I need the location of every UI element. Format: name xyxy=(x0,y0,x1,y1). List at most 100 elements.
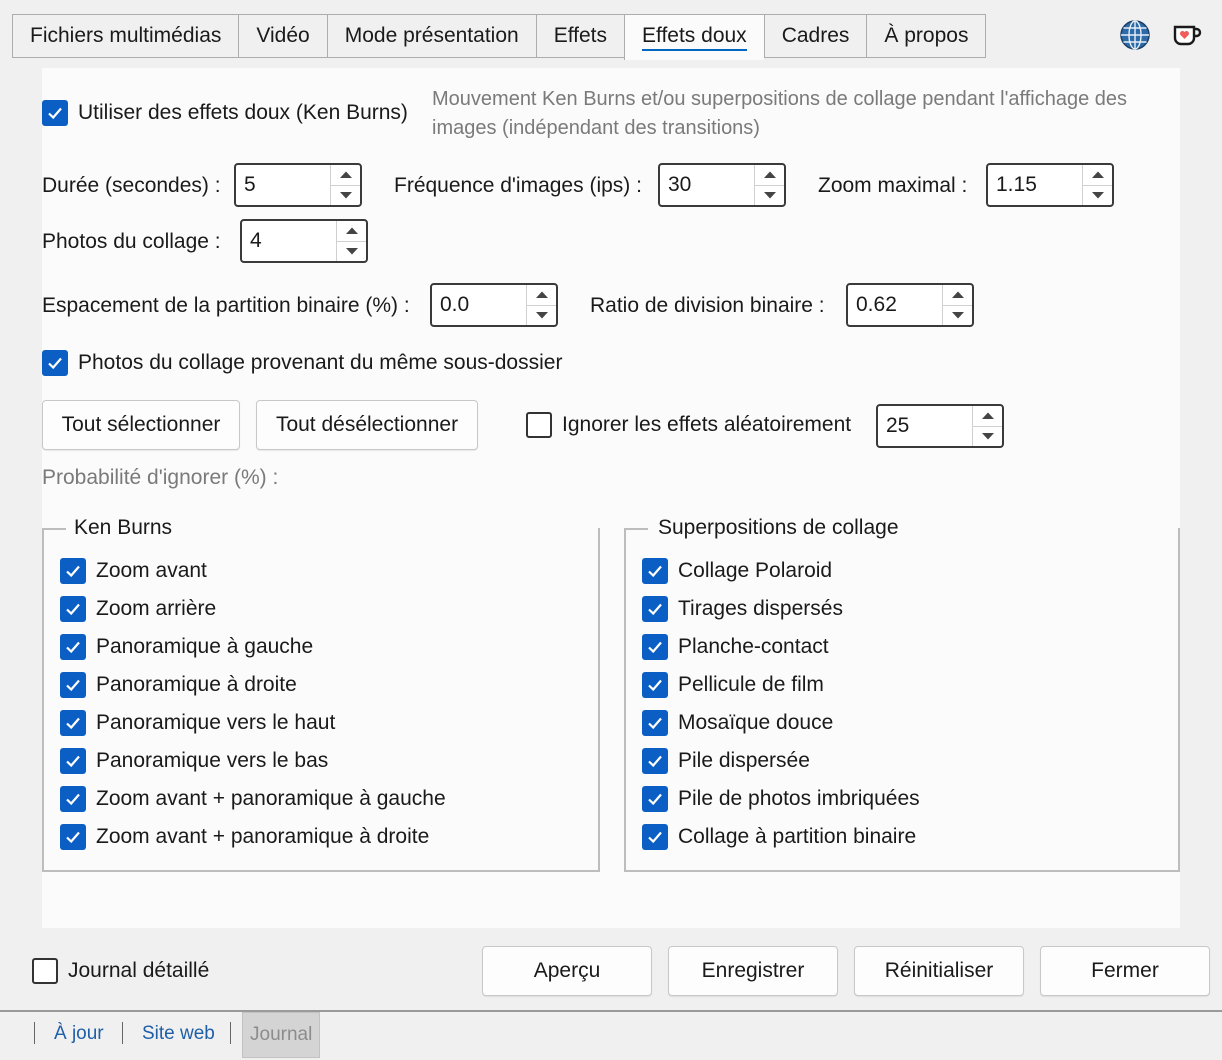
checkmark-icon xyxy=(66,717,80,730)
list-item[interactable]: Pile de photos imbriquées xyxy=(642,784,920,814)
list-item[interactable]: Mosaïque douce xyxy=(642,708,833,738)
close-button[interactable]: Fermer xyxy=(1040,946,1210,996)
tab-label: À propos xyxy=(884,24,969,47)
verbose-log-label: Journal détaillé xyxy=(68,959,210,982)
bsp-ratio-spinbox[interactable] xyxy=(846,283,974,327)
spin-up-icon[interactable] xyxy=(331,165,360,186)
list-item[interactable]: Zoom avant + panoramique à gauche xyxy=(60,784,446,814)
spin-down-icon[interactable] xyxy=(943,306,972,326)
list-item[interactable]: Tirages dispersés xyxy=(642,594,843,624)
deselect-all-button[interactable]: Tout désélectionner xyxy=(256,400,478,450)
list-item[interactable]: Zoom avant xyxy=(60,556,207,586)
preview-button[interactable]: Aperçu xyxy=(482,946,652,996)
spin-down-icon[interactable] xyxy=(973,427,1002,447)
tab-slideshow-mode[interactable]: Mode présentation xyxy=(326,14,536,58)
checkbox[interactable] xyxy=(60,824,86,850)
reset-button[interactable]: Réinitialiser xyxy=(854,946,1024,996)
tab-soft-effects[interactable]: Effets doux xyxy=(624,14,764,60)
spin-down-icon[interactable] xyxy=(755,186,784,206)
save-button[interactable]: Enregistrer xyxy=(668,946,838,996)
tab-video[interactable]: Vidéo xyxy=(238,14,327,58)
spin-down-icon[interactable] xyxy=(527,306,556,326)
spin-up-icon[interactable] xyxy=(337,221,366,242)
list-item[interactable]: Planche-contact xyxy=(642,632,829,662)
list-item[interactable]: Panoramique vers le bas xyxy=(60,746,328,776)
checkbox[interactable] xyxy=(60,786,86,812)
bsp-spacing-spinbox[interactable] xyxy=(430,283,558,327)
status-bar-divider xyxy=(0,1010,1222,1012)
checkmark-icon xyxy=(66,565,80,578)
checkbox[interactable] xyxy=(60,634,86,660)
checkmark-icon xyxy=(648,565,662,578)
ken-burns-group: Ken Burns Zoom avant Zoom arrière Panora… xyxy=(42,516,600,872)
checkbox[interactable] xyxy=(60,596,86,622)
checkmark-icon xyxy=(48,357,62,370)
tab-effects[interactable]: Effets xyxy=(535,14,624,58)
checkmark-icon xyxy=(66,755,80,768)
checkbox[interactable] xyxy=(60,748,86,774)
checkbox[interactable] xyxy=(60,558,86,584)
checkmark-icon xyxy=(648,641,662,654)
spin-down-icon[interactable] xyxy=(1083,186,1112,206)
list-item[interactable]: Collage Polaroid xyxy=(642,556,832,586)
skip-probability-spinbox[interactable] xyxy=(876,404,1004,448)
list-item[interactable]: Panoramique vers le haut xyxy=(60,708,335,738)
spin-up-icon[interactable] xyxy=(527,285,556,306)
skip-probability-input[interactable] xyxy=(878,406,972,446)
collage-photos-spinbox[interactable] xyxy=(240,219,368,263)
list-item[interactable]: Zoom avant + panoramique à droite xyxy=(60,822,429,852)
spin-down-icon[interactable] xyxy=(337,242,366,262)
checkbox[interactable] xyxy=(642,596,668,622)
duration-input[interactable] xyxy=(236,165,330,205)
spin-up-icon[interactable] xyxy=(943,285,972,306)
tab-label: Mode présentation xyxy=(344,24,519,47)
bsp-ratio-input[interactable] xyxy=(848,285,942,325)
list-item[interactable]: Panoramique à gauche xyxy=(60,632,313,662)
list-item[interactable]: Panoramique à droite xyxy=(60,670,297,700)
list-item[interactable]: Zoom arrière xyxy=(60,594,216,624)
list-item[interactable]: Collage à partition binaire xyxy=(642,822,916,852)
checkbox[interactable] xyxy=(60,672,86,698)
collage-photos-input[interactable] xyxy=(242,221,336,261)
spin-down-icon[interactable] xyxy=(331,186,360,206)
spin-up-icon[interactable] xyxy=(1083,165,1112,186)
spin-up-icon[interactable] xyxy=(755,165,784,186)
use-soft-effects-label: Utiliser des effets doux (Ken Burns) xyxy=(78,101,408,124)
checkmark-icon xyxy=(648,679,662,692)
checkbox[interactable] xyxy=(642,672,668,698)
tab-media-files[interactable]: Fichiers multimédias xyxy=(12,14,239,58)
max-zoom-input[interactable] xyxy=(988,165,1082,205)
tab-about[interactable]: À propos xyxy=(866,14,987,58)
item-label: Collage Polaroid xyxy=(678,559,833,582)
globe-icon[interactable] xyxy=(1118,18,1152,52)
checkbox[interactable] xyxy=(642,710,668,736)
checkbox[interactable] xyxy=(642,558,668,584)
checkbox[interactable] xyxy=(642,786,668,812)
bsp-spacing-input[interactable] xyxy=(432,285,526,325)
same-subfolder-checkbox[interactable] xyxy=(42,350,68,376)
tab-frames[interactable]: Cadres xyxy=(763,14,867,58)
item-label: Panoramique à droite xyxy=(96,673,297,696)
checkmark-icon xyxy=(66,831,80,844)
skip-probability-label: Probabilité d'ignorer (%) : xyxy=(42,466,279,489)
checkbox[interactable] xyxy=(642,824,668,850)
list-item[interactable]: Pile dispersée xyxy=(642,746,810,776)
update-link[interactable]: À jour xyxy=(54,1023,104,1045)
duration-spinbox[interactable] xyxy=(234,163,362,207)
verbose-log-checkbox[interactable] xyxy=(32,958,58,984)
select-all-button[interactable]: Tout sélectionner xyxy=(42,400,240,450)
checkbox[interactable] xyxy=(642,634,668,660)
max-zoom-spinbox[interactable] xyxy=(986,163,1114,207)
list-item[interactable]: Pellicule de film xyxy=(642,670,824,700)
fps-spinbox[interactable] xyxy=(658,163,786,207)
spin-arrows xyxy=(1082,165,1112,205)
spin-up-icon[interactable] xyxy=(973,406,1002,427)
checkbox[interactable] xyxy=(642,748,668,774)
item-label: Panoramique à gauche xyxy=(96,635,314,658)
skip-random-checkbox[interactable] xyxy=(526,412,552,438)
use-soft-effects-checkbox[interactable] xyxy=(42,100,68,126)
checkbox[interactable] xyxy=(60,710,86,736)
website-link[interactable]: Site web xyxy=(142,1023,215,1045)
fps-input[interactable] xyxy=(660,165,754,205)
kofi-cup-icon[interactable] xyxy=(1170,18,1204,52)
